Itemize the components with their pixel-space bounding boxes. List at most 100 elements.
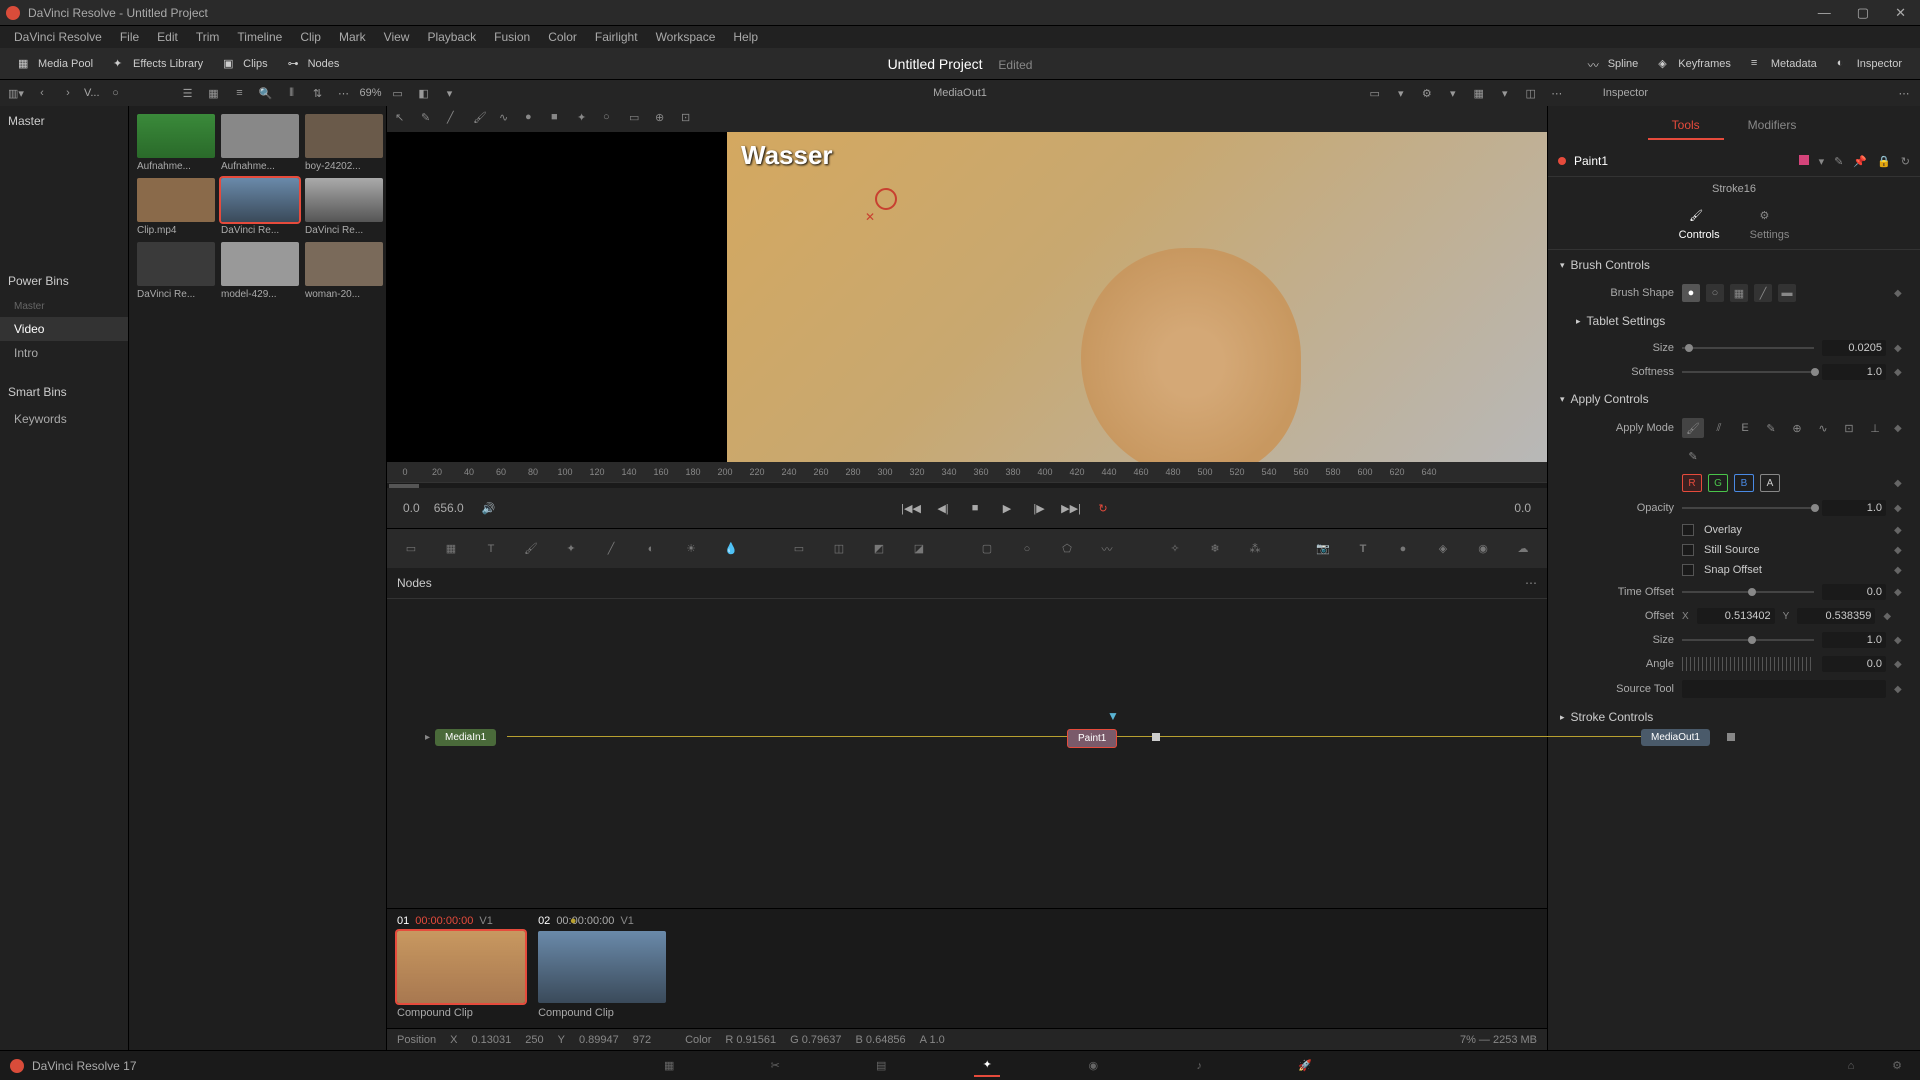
- offset-y-value[interactable]: 0.538359: [1797, 608, 1875, 624]
- page-color[interactable]: ◉: [1080, 1055, 1106, 1077]
- grid-icon[interactable]: ▦: [1469, 83, 1489, 103]
- menu-fusion[interactable]: Fusion: [486, 28, 538, 46]
- split-icon[interactable]: ◫: [1521, 83, 1541, 103]
- line-tool-icon[interactable]: ╱: [447, 111, 463, 127]
- page-cut[interactable]: ✂: [762, 1055, 788, 1077]
- section-apply-controls[interactable]: ▾Apply Controls: [1556, 384, 1912, 414]
- audio-icon[interactable]: 🔊: [478, 497, 500, 519]
- mode-wire-icon[interactable]: ⊥: [1864, 418, 1886, 438]
- menu-fairlight[interactable]: Fairlight: [587, 28, 646, 46]
- lock-icon[interactable]: 🔒: [1877, 155, 1891, 168]
- step-fwd-button[interactable]: |▶: [1028, 497, 1050, 519]
- keyframe-diamond[interactable]: ◆: [1894, 288, 1904, 299]
- nav-fwd[interactable]: ›: [58, 83, 78, 103]
- play-button[interactable]: ▶: [996, 497, 1018, 519]
- keyframe-diamond[interactable]: ◆: [1894, 478, 1904, 489]
- mode-emboss-icon[interactable]: E: [1734, 418, 1756, 438]
- size-slider[interactable]: [1682, 347, 1814, 349]
- opacity-slider[interactable]: [1682, 507, 1814, 509]
- pemitter-icon[interactable]: ❄: [1203, 537, 1227, 561]
- merge-icon[interactable]: ▭: [787, 537, 811, 561]
- menu-help[interactable]: Help: [725, 28, 766, 46]
- node-port-icon[interactable]: [1727, 733, 1735, 741]
- keyframe-diamond[interactable]: ◆: [1894, 659, 1904, 670]
- bspline-mask-icon[interactable]: 〰: [1095, 537, 1119, 561]
- arrow-tool-icon[interactable]: ↖: [395, 111, 411, 127]
- page-edit[interactable]: ▤: [868, 1055, 894, 1077]
- project-settings-button[interactable]: ⚙: [1884, 1055, 1910, 1077]
- camera3d-icon[interactable]: 📷: [1311, 537, 1335, 561]
- paint-icon[interactable]: 🖌: [519, 537, 543, 561]
- mode-extra-icon[interactable]: ✎: [1682, 446, 1704, 466]
- transform-icon[interactable]: ◫: [827, 537, 851, 561]
- keyframe-diamond[interactable]: ◆: [1894, 343, 1904, 354]
- bin-master[interactable]: Master: [0, 296, 128, 317]
- gear-icon[interactable]: ⚙: [1417, 83, 1437, 103]
- polygon-mask-icon[interactable]: ⬠: [1055, 537, 1079, 561]
- page-fusion[interactable]: ✦: [974, 1055, 1000, 1077]
- menu-mark[interactable]: Mark: [331, 28, 374, 46]
- shape3d-icon[interactable]: ●: [1391, 537, 1415, 561]
- render3d-icon[interactable]: ◉: [1471, 537, 1495, 561]
- pen-tool-icon[interactable]: ✎: [421, 111, 437, 127]
- minimize-button[interactable]: —: [1818, 5, 1831, 21]
- brush-rect-icon[interactable]: ▬: [1778, 284, 1796, 302]
- mode-clone-icon[interactable]: ⫽: [1708, 418, 1730, 438]
- size-value[interactable]: 0.0205: [1822, 340, 1886, 356]
- last-frame-button[interactable]: ▶▶|: [1060, 497, 1082, 519]
- loop-button[interactable]: ↻: [1092, 497, 1114, 519]
- keyframe-diamond[interactable]: ◆: [1894, 545, 1904, 556]
- bin-video[interactable]: Video: [0, 317, 128, 341]
- media-pool-toggle[interactable]: ▦ Media Pool: [8, 53, 103, 75]
- chevron-down-icon[interactable]: ▾: [1443, 83, 1463, 103]
- subtab-controls[interactable]: 🖌 Controls: [1679, 209, 1720, 241]
- brush-square-icon[interactable]: ▦: [1730, 284, 1748, 302]
- clip-item[interactable]: 01 00:00:00:00 V1 Compound Clip: [397, 915, 525, 1019]
- keyframe-diamond[interactable]: ◆: [1894, 423, 1904, 434]
- merge3d-icon[interactable]: ◈: [1431, 537, 1455, 561]
- angle-wheel[interactable]: [1682, 657, 1814, 671]
- layout-icon[interactable]: ◧: [414, 83, 434, 103]
- wand-tool-icon[interactable]: ✦: [577, 111, 593, 127]
- section-brush-controls[interactable]: ▾Brush Controls: [1556, 250, 1912, 280]
- keyframe-diamond[interactable]: ◆: [1894, 565, 1904, 576]
- section-stroke-controls[interactable]: ▸Stroke Controls: [1556, 702, 1912, 732]
- keyframe-diamond[interactable]: ◆: [1894, 587, 1904, 598]
- menu-clip[interactable]: Clip: [292, 28, 329, 46]
- mode-erase-icon[interactable]: ✎: [1760, 418, 1782, 438]
- menu-timeline[interactable]: Timeline: [229, 28, 290, 46]
- search-icon[interactable]: 🔍: [256, 83, 276, 103]
- sourcetool-field[interactable]: [1682, 680, 1886, 698]
- media-thumb[interactable]: Aufnahme...: [137, 114, 215, 172]
- timeoffset-value[interactable]: 0.0: [1822, 584, 1886, 600]
- prender-icon[interactable]: ⁂: [1243, 537, 1267, 561]
- spline-toggle[interactable]: 〰 Spline: [1578, 53, 1649, 75]
- media-thumb[interactable]: model-429...: [221, 242, 299, 300]
- time-ruler[interactable]: 0204060801001201401601802002202402602803…: [387, 462, 1547, 482]
- timeoffset-slider[interactable]: [1682, 591, 1814, 593]
- chevron-down-icon[interactable]: ▾: [1391, 83, 1411, 103]
- circle-tool-icon[interactable]: ○: [603, 111, 619, 127]
- brush-line-icon[interactable]: ╱: [1754, 284, 1772, 302]
- brush-tool-icon[interactable]: 🖌: [473, 111, 489, 127]
- effects-library-toggle[interactable]: ✦ Effects Library: [103, 53, 213, 75]
- media-thumb[interactable]: boy-24202...: [305, 114, 383, 172]
- power-bins-header[interactable]: Power Bins: [0, 266, 128, 296]
- brightness-icon[interactable]: ☀: [679, 537, 703, 561]
- step-back-button[interactable]: ◀|: [932, 497, 954, 519]
- more-icon[interactable]: ⋯: [1547, 83, 1567, 103]
- rect-tool-icon[interactable]: ▭: [629, 111, 645, 127]
- menu-edit[interactable]: Edit: [149, 28, 186, 46]
- dot-tool-icon[interactable]: ●: [525, 111, 541, 127]
- blur-icon[interactable]: ◐: [639, 537, 663, 561]
- opacity-value[interactable]: 1.0: [1822, 500, 1886, 516]
- media-thumb[interactable]: DaVinci Re...: [305, 178, 383, 236]
- sort-icon[interactable]: ⇅: [308, 83, 328, 103]
- menu-file[interactable]: File: [112, 28, 147, 46]
- fastnoise-icon[interactable]: ▦: [439, 537, 463, 561]
- bin-keywords[interactable]: Keywords: [0, 407, 128, 431]
- size2-slider[interactable]: [1682, 639, 1814, 641]
- text3d-icon[interactable]: T: [1351, 537, 1375, 561]
- crop-icon[interactable]: ◪: [907, 537, 931, 561]
- playhead-icon[interactable]: ▼: [1107, 709, 1119, 723]
